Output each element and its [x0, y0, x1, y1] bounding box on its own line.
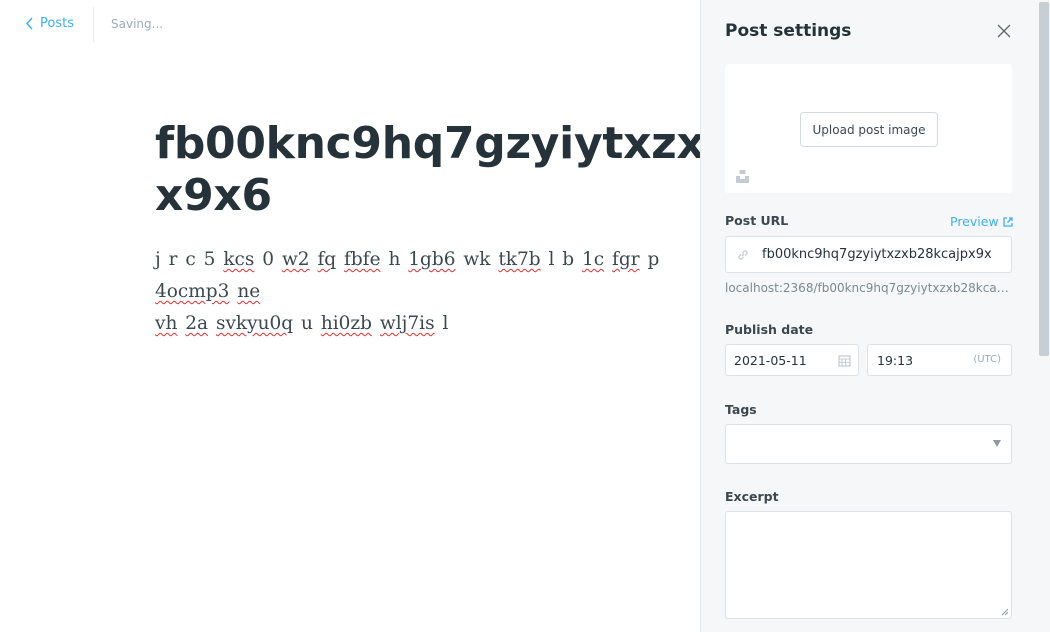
post-settings-panel: Post settings Upload post image Post URL… [700, 0, 1050, 632]
dropdown-caret-icon [993, 440, 1001, 447]
body-word: svkyu0q [215, 313, 294, 334]
body-word: l [442, 313, 449, 334]
publish-time-input[interactable]: 19:13 (UTC) [867, 344, 1012, 376]
excerpt-label: Excerpt [725, 489, 779, 504]
preview-link-label: Preview [950, 214, 999, 229]
link-icon [738, 250, 748, 260]
body-word: 2a [185, 313, 209, 334]
back-to-posts-link[interactable]: Posts [25, 16, 74, 31]
body-word: 5 [203, 249, 216, 270]
body-word: hi0zb [320, 313, 373, 334]
post-url-input[interactable]: fb00knc9hq7gzyiytxzxb28kcajpx9x [725, 236, 1012, 273]
timezone-label: (UTC) [973, 354, 1001, 365]
body-word: ne [237, 281, 261, 302]
body-word: c [185, 249, 196, 270]
tags-select[interactable] [725, 424, 1012, 464]
calendar-icon [838, 355, 851, 367]
body-word: 0 [262, 249, 275, 270]
close-icon[interactable] [995, 22, 1013, 40]
resize-grip-icon[interactable] [1000, 607, 1009, 616]
publish-date-value: 2021-05-11 [734, 352, 807, 368]
post-url-full: localhost:2368/fb00knc9hq7gzyiytxzxb28kc… [725, 281, 1009, 295]
panel-scrollbar[interactable] [1039, 2, 1049, 356]
body-word: 1gb6 [408, 249, 456, 270]
external-link-icon [1003, 216, 1013, 227]
unsplash-icon[interactable] [735, 169, 750, 184]
post-body-line: vh 2a svkyu0q u hi0zb wlj7is l [155, 308, 700, 340]
body-word: kcs [223, 249, 255, 270]
body-word: fq [317, 249, 337, 270]
post-url-label: Post URL [725, 213, 789, 228]
body-word: tk7b [498, 249, 541, 270]
body-word: w2 [281, 249, 310, 270]
editor-topbar: Posts Saving... [0, 0, 700, 48]
post-url-value: fb00knc9hq7gzyiytxzxb28kcajpx9x [762, 247, 992, 262]
body-word: l [548, 249, 555, 270]
editor: Posts Saving... fb00knc9hq7gzyiytxzxb x9… [0, 0, 700, 632]
body-word: 1c [582, 249, 605, 270]
body-word: b [562, 249, 575, 270]
body-word: p [647, 249, 660, 270]
body-word: h [388, 249, 401, 270]
post-image-uploader: Upload post image [725, 64, 1012, 193]
post-title[interactable]: fb00knc9hq7gzyiytxzxb x9x6 [155, 118, 700, 222]
excerpt-textarea[interactable] [725, 511, 1012, 619]
save-status: Saving... [111, 17, 164, 31]
preview-link[interactable]: Preview [950, 214, 1013, 229]
post-body-line: j r c 5 kcs 0 w2 fq fbfe h 1gb6 wk tk7b … [155, 244, 700, 308]
body-word: vh [155, 313, 178, 334]
body-word: 4ocmp3 [155, 281, 230, 302]
body-word: wk [463, 249, 491, 270]
publish-date-label: Publish date [725, 322, 814, 337]
panel-title: Post settings [725, 21, 852, 41]
body-word: r [168, 249, 178, 270]
body-word: fgr [612, 249, 640, 270]
tags-label: Tags [725, 402, 757, 417]
body-word: u [301, 313, 313, 334]
publish-date-input[interactable]: 2021-05-11 [725, 344, 859, 376]
chevron-left-icon [26, 17, 33, 30]
upload-post-image-button[interactable]: Upload post image [800, 112, 938, 147]
post-body[interactable]: j r c 5 kcs 0 w2 fq fbfe h 1gb6 wk tk7b … [155, 244, 700, 340]
back-link-label: Posts [40, 16, 74, 31]
body-word: j [155, 249, 161, 270]
body-word: fbfe [344, 249, 381, 270]
publish-time-value: 19:13 [877, 352, 914, 368]
topbar-divider [93, 7, 94, 42]
body-word: wlj7is [379, 313, 435, 334]
